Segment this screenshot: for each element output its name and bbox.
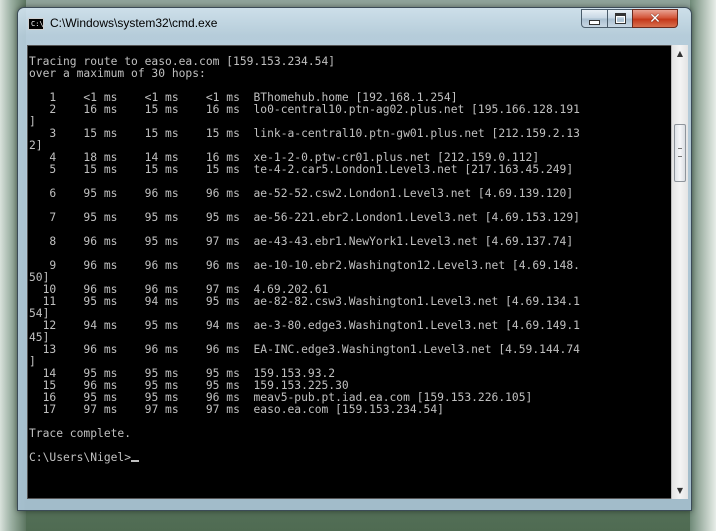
- cmd-icon-text: C:\: [31, 20, 44, 28]
- command-prompt: C:\Users\Nigel>: [29, 451, 132, 464]
- hop-time-2: 94 ms: [117, 295, 179, 308]
- hop-row: 8 96 ms 95 ms 97 ms ae-43-43.ebr1.NewYor…: [29, 235, 573, 248]
- hop-number: 17: [29, 403, 57, 416]
- console-text: Tracing route to easo.ea.com [159.153.23…: [28, 46, 671, 464]
- hop-time-3: 95 ms: [178, 295, 240, 308]
- hop-time-1: 95 ms: [56, 211, 118, 224]
- vertical-scrollbar[interactable]: ▲ ▼: [671, 45, 688, 499]
- hop-time-1: 96 ms: [56, 343, 118, 356]
- hop-time-1: 96 ms: [56, 259, 118, 272]
- minimize-icon: [589, 19, 600, 25]
- hop-time-3: 96 ms: [178, 343, 240, 356]
- hop-row: 3 15 ms 15 ms 15 ms link-a-central10.ptn…: [29, 127, 580, 140]
- desktop-wallpaper-right: [690, 0, 716, 531]
- hop-time-3: 96 ms: [178, 187, 240, 200]
- title-bar[interactable]: C:\ C:\Windows\system32\cmd.exe ✕: [18, 8, 691, 38]
- hop-row: 13 96 ms 96 ms 96 ms EA-INC.edge3.Washin…: [29, 343, 580, 356]
- hop-time-3: 97 ms: [178, 403, 240, 416]
- hop-time-2: 96 ms: [117, 343, 179, 356]
- hop-time-1: 94 ms: [56, 319, 118, 332]
- cmd-app-icon[interactable]: C:\: [28, 18, 44, 30]
- close-icon: ✕: [649, 10, 661, 27]
- cmd-window: C:\ C:\Windows\system32\cmd.exe ✕ Tracin…: [17, 7, 692, 511]
- hop-host: ae-10-10.ebr2.Washington12.Level3.net [4…: [253, 259, 580, 272]
- maximize-button[interactable]: [607, 9, 633, 28]
- trace-header-line: over a maximum of 30 hops:: [29, 67, 206, 80]
- hop-host: ae-3-80.edge3.Washington1.Level3.net [4.…: [253, 319, 580, 332]
- hop-time-2: 15 ms: [117, 163, 179, 176]
- hop-row: 9 96 ms 96 ms 96 ms ae-10-10.ebr2.Washin…: [29, 259, 580, 272]
- console-output[interactable]: Tracing route to easo.ea.com [159.153.23…: [27, 45, 672, 499]
- hop-time-1: 16 ms: [56, 103, 118, 116]
- hop-row: 12 94 ms 95 ms 94 ms ae-3-80.edge3.Washi…: [29, 319, 580, 332]
- close-button[interactable]: ✕: [632, 9, 678, 28]
- hop-time-3: 95 ms: [178, 211, 240, 224]
- scroll-down-icon: ▼: [676, 486, 684, 495]
- hop-time-3: 15 ms: [178, 127, 240, 140]
- hop-host: lo0-central10.ptn-ag02.plus.net [195.166…: [253, 103, 580, 116]
- hop-time-1: 96 ms: [56, 235, 118, 248]
- hop-host: ae-43-43.ebr1.NewYork1.Level3.net [4.69.…: [253, 235, 574, 248]
- hop-time-2: 15 ms: [117, 103, 179, 116]
- hop-time-2: 95 ms: [117, 319, 179, 332]
- hop-row: 2 16 ms 15 ms 16 ms lo0-central10.ptn-ag…: [29, 103, 580, 116]
- hop-time-2: 95 ms: [117, 211, 179, 224]
- scroll-thumb[interactable]: [674, 124, 686, 182]
- hop-time-3: 96 ms: [178, 259, 240, 272]
- hop-time-2: 96 ms: [117, 187, 179, 200]
- hop-host: ae-56-221.ebr2.London1.Level3.net [4.69.…: [253, 211, 580, 224]
- hop-host: EA-INC.edge3.Washington1.Level3.net [4.5…: [253, 343, 580, 356]
- hop-number: 8: [29, 235, 57, 248]
- trace-complete: Trace complete.: [29, 427, 132, 440]
- hop-time-3: 94 ms: [178, 319, 240, 332]
- hop-time-1: 97 ms: [56, 403, 118, 416]
- hop-row: 17 97 ms 97 ms 97 ms easo.ea.com [159.15…: [29, 403, 444, 416]
- minimize-button[interactable]: [581, 9, 608, 28]
- hop-time-2: 15 ms: [117, 127, 179, 140]
- hop-number: 5: [29, 163, 57, 176]
- hop-row: 5 15 ms 15 ms 15 ms te-4-2.car5.London1.…: [29, 163, 573, 176]
- scroll-up-icon: ▲: [676, 49, 684, 58]
- hop-time-1: 95 ms: [56, 187, 118, 200]
- hop-row: 7 95 ms 95 ms 95 ms ae-56-221.ebr2.Londo…: [29, 211, 580, 224]
- hop-number: 7: [29, 211, 57, 224]
- hop-host: ae-52-52.csw2.London1.Level3.net [4.69.1…: [253, 187, 574, 200]
- maximize-icon: [614, 13, 626, 24]
- hop-row: 11 95 ms 94 ms 95 ms ae-82-82.csw3.Washi…: [29, 295, 580, 308]
- hop-time-2: 97 ms: [117, 403, 179, 416]
- hop-time-1: 15 ms: [56, 127, 118, 140]
- hop-host: ae-82-82.csw3.Washington1.Level3.net [4.…: [253, 295, 580, 308]
- hop-time-1: 95 ms: [56, 295, 118, 308]
- hop-time-3: 16 ms: [178, 103, 240, 116]
- hop-time-3: 15 ms: [178, 163, 240, 176]
- scroll-up-button[interactable]: ▲: [672, 45, 688, 62]
- hop-time-2: 96 ms: [117, 259, 179, 272]
- hop-time-2: 95 ms: [117, 235, 179, 248]
- hop-row: 6 95 ms 96 ms 96 ms ae-52-52.csw2.London…: [29, 187, 573, 200]
- text-cursor: [131, 460, 140, 462]
- hop-host: link-a-central10.ptn-gw01.plus.net [212.…: [253, 127, 580, 140]
- hop-host: easo.ea.com [159.153.234.54]: [253, 403, 444, 416]
- hop-host: te-4-2.car5.London1.Level3.net [217.163.…: [253, 163, 574, 176]
- hop-number: 6: [29, 187, 57, 200]
- hop-time-3: 97 ms: [178, 235, 240, 248]
- scroll-down-button[interactable]: ▼: [672, 482, 688, 499]
- window-title: C:\Windows\system32\cmd.exe: [50, 16, 218, 30]
- hop-time-1: 15 ms: [56, 163, 118, 176]
